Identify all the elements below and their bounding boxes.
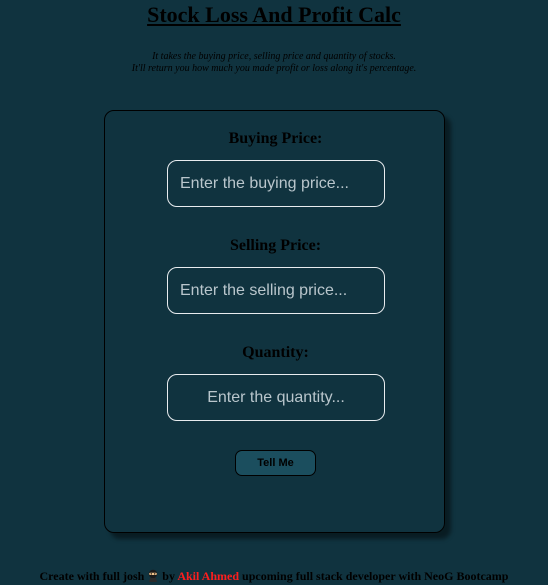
tell-me-button[interactable]: Tell Me [235, 450, 316, 476]
selling-price-label: Selling Price: [229, 237, 322, 254]
buying-price-input[interactable] [167, 160, 385, 207]
quantity-input[interactable] [167, 374, 385, 421]
page-title: Stock Loss And Profit Calc [147, 2, 401, 27]
quantity-label: Quantity: [242, 344, 309, 361]
footer: Create with full josh by Akil Ahmed upco… [0, 568, 548, 584]
calculator-card: Buying Price: Selling Price: Quantity: T… [104, 110, 445, 533]
footer-prefix: Create with full josh [39, 569, 145, 583]
footer-suffix: upcoming full stack developer with NeoG … [242, 569, 509, 583]
description-line-2: It'll return you how much you made profi… [131, 63, 417, 74]
author-name: Akil Ahmed [177, 569, 240, 583]
description-line-1: It takes the buying price, selling price… [152, 51, 396, 62]
selling-price-input[interactable] [167, 267, 385, 314]
footer-by: by [162, 569, 175, 583]
buying-price-label: Buying Price: [228, 130, 323, 147]
ninja-emoji-icon [147, 569, 159, 582]
page-description: It takes the buying price, selling price… [0, 51, 548, 75]
